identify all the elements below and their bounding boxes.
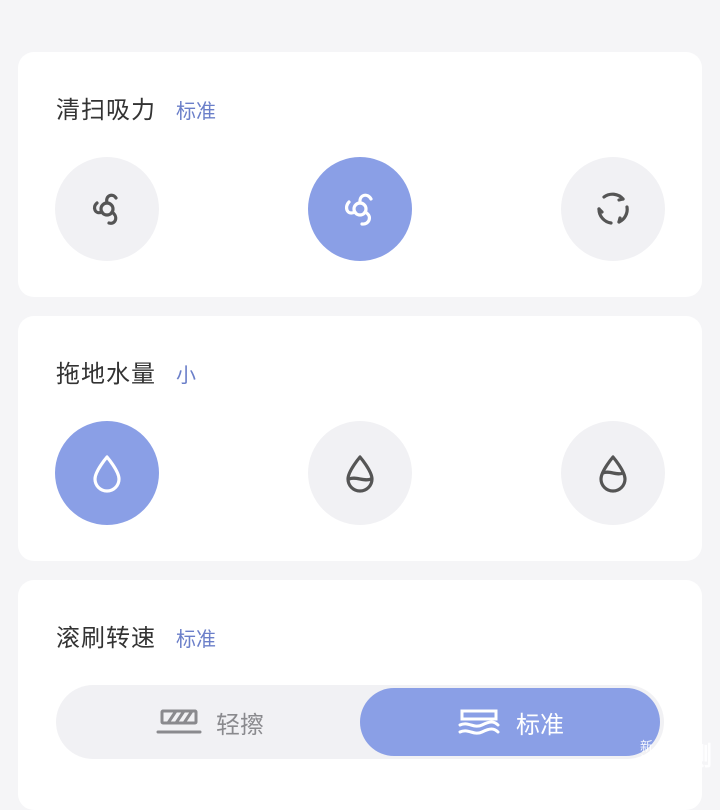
suction-option-quiet[interactable] <box>55 157 159 261</box>
water-drop-low-icon <box>93 455 121 493</box>
fan-quiet-icon <box>92 193 118 225</box>
water-value: 小 <box>176 363 196 387</box>
brush-option-light[interactable]: 轻擦 <box>60 688 360 756</box>
suction-value: 标准 <box>176 99 216 123</box>
water-title: 拖地水量 <box>56 360 156 388</box>
watermark: 新浪 众测 <box>640 736 712 773</box>
brush-option-light-label: 轻擦 <box>216 710 264 739</box>
suction-header: 清扫吸力 标准 <box>56 90 216 125</box>
water-drop-medium-icon <box>346 455 374 493</box>
mop-standard-icon <box>458 709 500 735</box>
water-card: 拖地水量 小 <box>18 316 702 561</box>
water-header: 拖地水量 小 <box>56 354 196 389</box>
fan-standard-icon <box>344 193 373 226</box>
water-drop-high-icon <box>599 455 627 493</box>
suction-option-strong[interactable] <box>561 157 665 261</box>
suction-title: 清扫吸力 <box>56 96 156 124</box>
fan-strong-icon <box>597 192 629 225</box>
watermark-small-text: 新浪 <box>639 739 653 769</box>
suction-card: 清扫吸力 标准 <box>18 52 702 297</box>
brush-title: 滚刷转速 <box>56 624 156 652</box>
mop-light-icon <box>156 709 202 734</box>
brush-card: 滚刷转速 标准 轻擦 标准 <box>18 580 702 810</box>
brush-value: 标准 <box>176 627 216 651</box>
suction-option-standard[interactable] <box>308 157 412 261</box>
brush-option-standard-label: 标准 <box>516 710 564 739</box>
watermark-big-text: 众测 <box>659 742 712 772</box>
water-option-medium[interactable] <box>308 421 412 525</box>
brush-speed-segmented-control: 轻擦 标准 <box>56 685 664 759</box>
brush-option-standard[interactable]: 标准 <box>360 688 660 756</box>
brush-header: 滚刷转速 标准 <box>56 618 216 653</box>
water-option-low[interactable] <box>55 421 159 525</box>
water-option-high[interactable] <box>561 421 665 525</box>
